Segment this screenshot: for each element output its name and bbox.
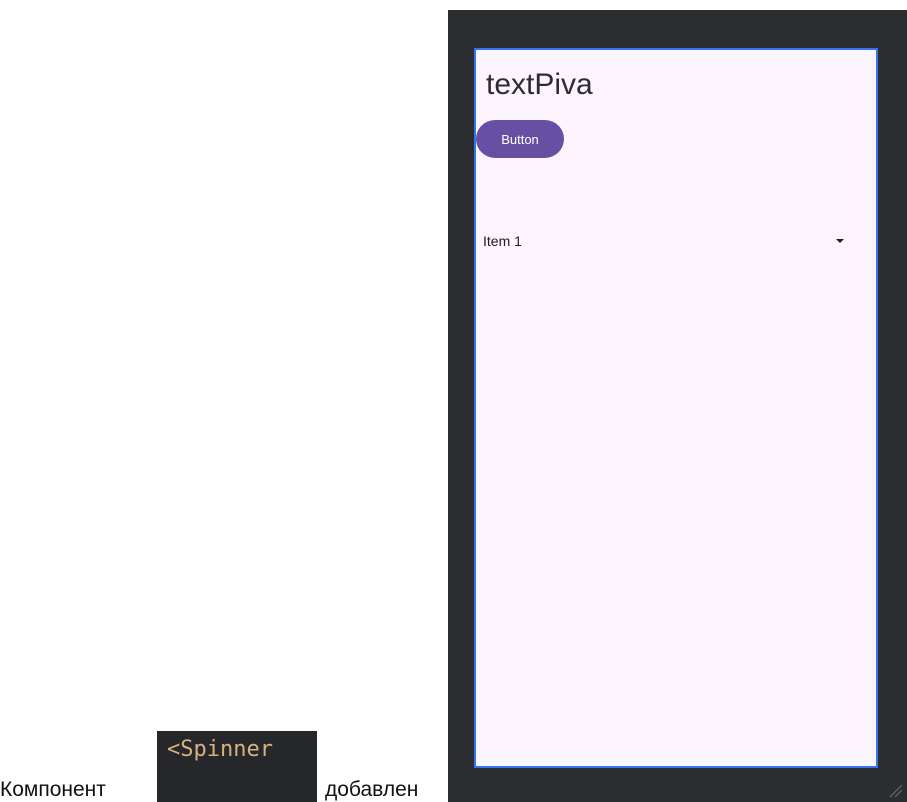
caption-text-prefix: Компонент — [0, 778, 106, 801]
device-screen[interactable]: textPiva Button Item 1 — [474, 48, 878, 768]
app-button[interactable]: Button — [476, 120, 564, 158]
resize-grip-icon[interactable] — [887, 782, 903, 798]
caption-text-suffix: добавлен — [325, 778, 419, 801]
text-view: textPiva — [486, 68, 593, 101]
code-snippet-image: <Spinner — [157, 731, 317, 802]
code-snippet-text: <Spinner — [167, 737, 273, 762]
spinner-selected-value: Item 1 — [483, 233, 522, 249]
spinner-dropdown[interactable]: Item 1 — [476, 226, 856, 256]
layout-preview-pane: textPiva Button Item 1 — [448, 10, 907, 802]
dropdown-arrow-icon — [836, 239, 844, 243]
